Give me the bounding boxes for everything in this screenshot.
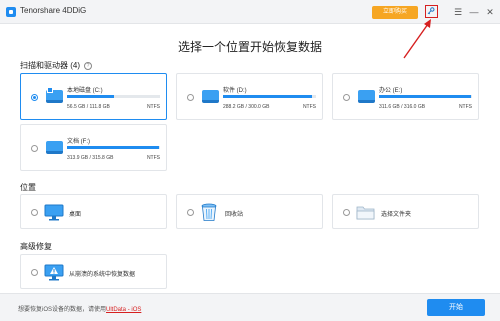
drive-filesystem: NTFS bbox=[146, 155, 160, 161]
drive-size: 56.5 GB / 111.8 GB bbox=[67, 104, 110, 110]
app-logo-icon bbox=[6, 7, 16, 17]
menu-button[interactable]: ☰ bbox=[452, 5, 464, 19]
drive-usage-bar bbox=[67, 146, 160, 149]
footer-text: 想要恢复iOS设备的数据，请使用UltData - iOS bbox=[18, 304, 141, 313]
drives-section-label: 扫描和驱动器 (4) bbox=[20, 61, 80, 70]
crashed-system-icon bbox=[44, 264, 64, 281]
drive-icon bbox=[358, 90, 375, 103]
drive-usage-fill bbox=[223, 95, 313, 98]
location-select-folder[interactable]: 选择文件夹 bbox=[332, 194, 479, 229]
key-icon bbox=[427, 7, 435, 15]
title-bar: Tenorshare 4DDiG 立即购买 ☰ — ✕ bbox=[0, 0, 500, 24]
advanced-section-title: 高级修复 bbox=[20, 242, 52, 251]
page-title: 选择一个位置开始恢复数据 bbox=[177, 40, 322, 54]
drive-name: 软件 (D:) bbox=[223, 88, 247, 94]
advanced-label: 从崩溃的系统中恢复数据 bbox=[69, 272, 136, 278]
location-section-title: 位置 bbox=[20, 183, 36, 192]
start-button[interactable]: 开始 bbox=[427, 299, 485, 316]
footer-message: 想要恢复iOS设备的数据，请使用 bbox=[18, 307, 107, 313]
ultdata-ios-link[interactable]: UltData - iOS bbox=[106, 307, 141, 313]
footer-bar: 想要恢复iOS设备的数据，请使用UltData - iOS 开始 bbox=[0, 293, 500, 321]
app-title: Tenorshare 4DDiG bbox=[20, 6, 87, 15]
drive-icon bbox=[46, 141, 63, 154]
drive-filesystem: NTFS bbox=[302, 104, 316, 110]
drive-icon bbox=[202, 90, 219, 103]
drive-size: 288.2 GB / 300.0 GB bbox=[223, 104, 270, 110]
drive-radio[interactable] bbox=[343, 94, 350, 101]
drive-filesystem: NTFS bbox=[146, 104, 160, 110]
close-button[interactable]: ✕ bbox=[484, 5, 496, 19]
location-label: 回收站 bbox=[225, 212, 244, 218]
location-radio[interactable] bbox=[187, 209, 194, 216]
drive-usage-bar bbox=[67, 95, 160, 98]
location-radio[interactable] bbox=[343, 209, 350, 216]
drive-usage-bar bbox=[379, 95, 472, 98]
location-recycle-bin[interactable]: 回收站 bbox=[176, 194, 323, 229]
desktop-icon bbox=[44, 204, 64, 221]
advanced-radio[interactable] bbox=[31, 269, 38, 276]
drive-name: 文档 (F:) bbox=[67, 139, 90, 145]
drive-usage-bar bbox=[223, 95, 316, 98]
advanced-crashed-system[interactable]: 从崩溃的系统中恢复数据 bbox=[20, 254, 167, 289]
location-label: 选择文件夹 bbox=[381, 212, 412, 218]
drive-card-c[interactable]: 本地磁盘 (C:) 56.5 GB / 111.8 GB NTFS bbox=[20, 73, 167, 120]
location-desktop[interactable]: 桌面 bbox=[20, 194, 167, 229]
drive-radio[interactable] bbox=[187, 94, 194, 101]
drive-card-d[interactable]: 软件 (D:) 288.2 GB / 300.0 GB NTFS bbox=[176, 73, 323, 120]
drive-usage-fill bbox=[67, 146, 160, 149]
folder-icon bbox=[356, 206, 375, 220]
drive-size: 311.6 GB / 316.0 GB bbox=[379, 104, 426, 110]
drive-filesystem: NTFS bbox=[458, 104, 472, 110]
drive-card-e[interactable]: 办公 (E:) 311.6 GB / 316.0 GB NTFS bbox=[332, 73, 479, 120]
drive-icon bbox=[46, 87, 63, 103]
drive-size: 313.9 GB / 315.8 GB bbox=[67, 155, 114, 161]
minimize-button[interactable]: — bbox=[468, 5, 480, 19]
drive-radio[interactable] bbox=[31, 145, 38, 152]
buy-now-button[interactable]: 立即购买 bbox=[372, 6, 418, 19]
location-label: 桌面 bbox=[69, 212, 82, 218]
drive-name: 本地磁盘 (C:) bbox=[67, 88, 103, 94]
drive-usage-fill bbox=[379, 95, 472, 98]
recycle-bin-icon bbox=[201, 203, 217, 221]
drive-card-f[interactable]: 文档 (F:) 313.9 GB / 315.8 GB NTFS bbox=[20, 124, 167, 171]
key-button[interactable] bbox=[425, 5, 438, 18]
drives-section-title: 扫描和驱动器 (4)? bbox=[20, 60, 92, 71]
location-radio[interactable] bbox=[31, 209, 38, 216]
drive-name: 办公 (E:) bbox=[379, 88, 403, 94]
drive-usage-fill bbox=[67, 95, 115, 98]
help-icon[interactable]: ? bbox=[84, 61, 92, 70]
drive-radio[interactable] bbox=[31, 94, 38, 101]
